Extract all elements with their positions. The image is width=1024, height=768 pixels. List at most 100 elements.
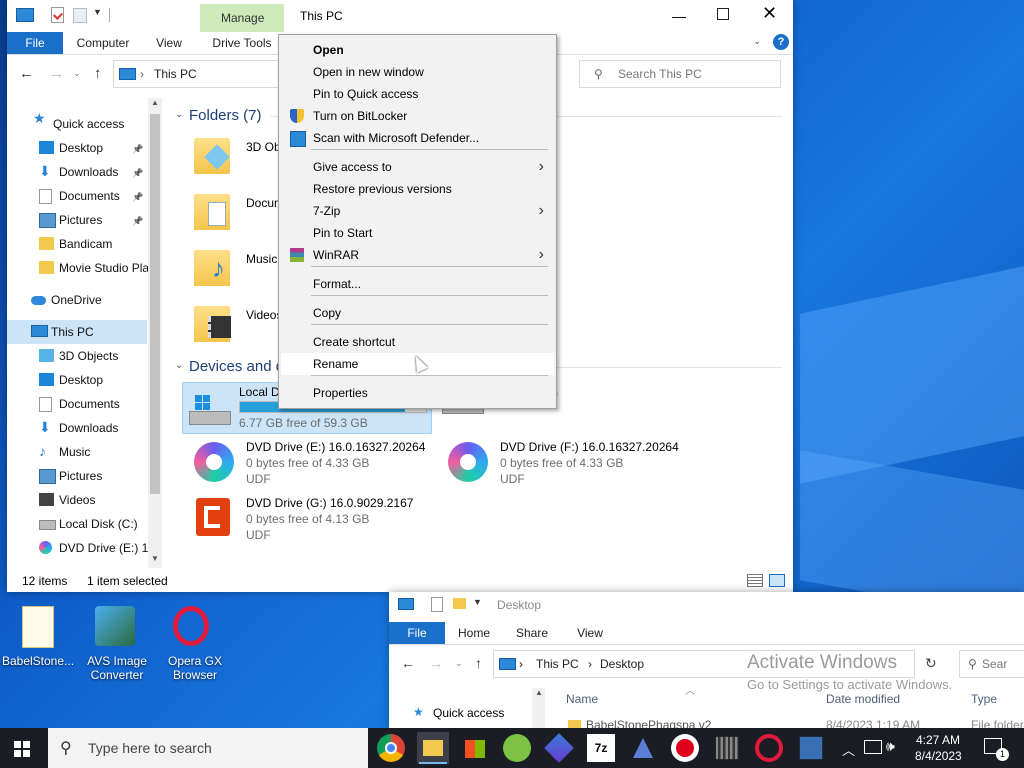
devices-header[interactable]: Devices and d bbox=[189, 358, 284, 375]
tab-file[interactable]: File bbox=[389, 622, 445, 644]
chrome-icon[interactable] bbox=[377, 734, 405, 762]
sidebar-item[interactable]: This PC bbox=[7, 320, 147, 344]
up-arrow-icon[interactable]: ↑ bbox=[475, 655, 482, 671]
forward-arrow-icon[interactable]: → bbox=[49, 65, 64, 82]
close-button[interactable]: ✕ bbox=[762, 3, 777, 24]
refresh-icon[interactable]: ↻ bbox=[925, 655, 937, 672]
menu-item-pin-to-quick-access[interactable]: Pin to Quick access bbox=[281, 83, 554, 105]
clock-date[interactable]: 8/4/2023 bbox=[915, 749, 962, 763]
chevron-down-icon[interactable]: ⌄ bbox=[73, 68, 81, 79]
clock-time[interactable]: 4:27 AM bbox=[916, 733, 960, 747]
maximize-button[interactable] bbox=[717, 8, 729, 20]
chevron-down-icon[interactable]: ⌄ bbox=[753, 36, 761, 47]
properties-icon[interactable] bbox=[431, 597, 443, 612]
chevron-down-icon[interactable]: ▼ bbox=[473, 597, 482, 607]
menu-item-give-access-to[interactable]: Give access to › bbox=[281, 156, 554, 178]
chevron-down-icon[interactable]: ⌄ bbox=[175, 109, 183, 120]
sidebar-item[interactable]: OneDrive bbox=[7, 288, 147, 312]
record-icon[interactable] bbox=[671, 734, 699, 762]
forward-arrow-icon[interactable]: → bbox=[429, 655, 443, 671]
tab-file[interactable]: File bbox=[7, 32, 63, 54]
menu-item-turn-on-bitlocker[interactable]: Turn on BitLocker bbox=[281, 105, 554, 127]
menu-item-format[interactable]: Format... bbox=[281, 273, 554, 295]
dvd-drive-e-item[interactable]: DVD Drive (E:) 16.0.16327.20264 0 bytes … bbox=[190, 438, 430, 488]
chevron-down-icon[interactable]: ⌄ bbox=[455, 658, 463, 669]
sidebar-item[interactable]: Local Disk (C:) bbox=[7, 512, 147, 536]
breadcrumb-desktop[interactable]: Desktop bbox=[600, 651, 644, 677]
chevron-down-icon[interactable]: ▼ bbox=[93, 7, 102, 17]
sidebar-item[interactable]: Documents 📌 bbox=[7, 184, 147, 208]
scroll-up-icon[interactable]: ▲ bbox=[535, 688, 543, 697]
folders-header[interactable]: Folders (7) bbox=[189, 107, 262, 124]
menu-item-properties[interactable]: Properties bbox=[281, 382, 554, 404]
video-editor-icon[interactable] bbox=[715, 736, 739, 760]
menu-item-create-shortcut[interactable]: Create shortcut bbox=[281, 331, 554, 353]
tab-computer[interactable]: Computer bbox=[71, 32, 135, 54]
menu-item-open-in-new-window[interactable]: Open in new window bbox=[281, 61, 554, 83]
sidebar-item[interactable]: ⬇ Downloads bbox=[7, 416, 147, 440]
7zip-icon[interactable]: 7z bbox=[587, 734, 615, 762]
volume-icon[interactable]: 🕪 bbox=[886, 738, 895, 755]
table-row[interactable]: BabelStonePhagspa v2 8/4/2023 1:19 AM Fi… bbox=[566, 718, 1024, 728]
tab-home[interactable]: Home bbox=[451, 622, 497, 644]
sidebar-item[interactable]: Movie Studio Pla bbox=[7, 256, 149, 280]
taskbar-search[interactable]: ⚲ Type here to search bbox=[48, 728, 368, 768]
details-view-icon[interactable] bbox=[747, 574, 763, 587]
sidebar-item[interactable]: ★ Quick access bbox=[7, 111, 147, 136]
tab-view[interactable]: View bbox=[567, 622, 613, 644]
app-icon[interactable] bbox=[799, 736, 823, 760]
scroll-up-icon[interactable]: ▲ bbox=[151, 98, 159, 107]
tab-share[interactable]: Share bbox=[509, 622, 555, 644]
menu-item-scan-with-microsoft-defender[interactable]: Scan with Microsoft Defender... bbox=[281, 127, 554, 149]
chevron-down-icon[interactable]: ⌄ bbox=[175, 360, 183, 371]
opera-gx-icon[interactable] bbox=[755, 734, 783, 762]
scrollbar[interactable]: ▲ bbox=[532, 688, 545, 728]
sidebar-item[interactable]: ⬇ Downloads 📌 bbox=[7, 160, 147, 184]
up-arrow-icon[interactable]: ↑ bbox=[94, 65, 102, 82]
network-icon[interactable] bbox=[864, 740, 882, 754]
sidebar-item[interactable]: Pictures bbox=[7, 464, 147, 488]
back-arrow-icon[interactable]: ← bbox=[401, 655, 415, 671]
app-icon[interactable] bbox=[544, 733, 574, 763]
menu-item-pin-to-start[interactable]: Pin to Start bbox=[281, 222, 554, 244]
dvd-drive-g-item[interactable]: DVD Drive (G:) 16.0.9029.2167 0 bytes fr… bbox=[190, 494, 430, 544]
sidebar-item[interactable]: Videos bbox=[7, 488, 147, 512]
tab-view[interactable]: View bbox=[149, 32, 189, 54]
breadcrumb-this-pc[interactable]: This PC bbox=[536, 651, 579, 677]
back-arrow-icon[interactable]: ← bbox=[19, 65, 34, 82]
minimize-button[interactable]: — bbox=[672, 8, 686, 24]
sidebar-item[interactable]: Desktop 📌 bbox=[7, 136, 147, 160]
scrollbar[interactable]: ▲ ▼ bbox=[148, 98, 162, 568]
help-icon[interactable]: ? bbox=[773, 34, 789, 50]
app-icon[interactable] bbox=[629, 734, 657, 762]
column-header-name[interactable]: Name bbox=[566, 692, 598, 706]
sidebar-item[interactable]: Documents bbox=[7, 392, 147, 416]
search-box[interactable]: ⚲ Sear bbox=[959, 650, 1024, 678]
menu-item-copy[interactable]: Copy bbox=[281, 302, 554, 324]
sidebar-item[interactable]: 3D Objects bbox=[7, 344, 147, 368]
search-box[interactable]: ⚲ Search This PC bbox=[579, 60, 781, 88]
start-button[interactable] bbox=[14, 741, 30, 757]
large-icons-view-icon[interactable] bbox=[769, 574, 785, 587]
menu-item-restore-previous-versions[interactable]: Restore previous versions bbox=[281, 178, 554, 200]
menu-item-open[interactable]: Open bbox=[281, 39, 554, 61]
scroll-thumb[interactable] bbox=[150, 114, 160, 494]
tab-drive-tools[interactable]: Drive Tools bbox=[209, 32, 275, 54]
column-header-type[interactable]: Type bbox=[971, 692, 997, 706]
column-header-date[interactable]: Date modified bbox=[826, 692, 900, 706]
dvd-drive-f-item[interactable]: DVD Drive (F:) 16.0.16327.20264 0 bytes … bbox=[444, 438, 684, 488]
sidebar-item[interactable]: DVD Drive (E:) 16 bbox=[7, 536, 155, 560]
new-folder-icon[interactable] bbox=[73, 8, 87, 23]
address-bar[interactable]: › This PC bbox=[113, 60, 295, 88]
properties-icon[interactable] bbox=[51, 7, 64, 23]
sidebar-item[interactable]: Desktop bbox=[7, 368, 147, 392]
file-explorer-icon[interactable] bbox=[417, 732, 449, 764]
sidebar-item[interactable]: Pictures 📌 bbox=[7, 208, 147, 232]
menu-item-7-zip[interactable]: 7-Zip › bbox=[281, 200, 554, 222]
sidebar-item[interactable]: Bandicam bbox=[7, 232, 147, 256]
chevron-up-icon[interactable]: ︿ bbox=[842, 740, 855, 759]
scroll-down-icon[interactable]: ▼ bbox=[151, 554, 159, 563]
microsoft-store-icon[interactable] bbox=[461, 734, 489, 762]
app-icon[interactable] bbox=[503, 734, 531, 762]
menu-item-winrar[interactable]: WinRAR › bbox=[281, 244, 554, 266]
